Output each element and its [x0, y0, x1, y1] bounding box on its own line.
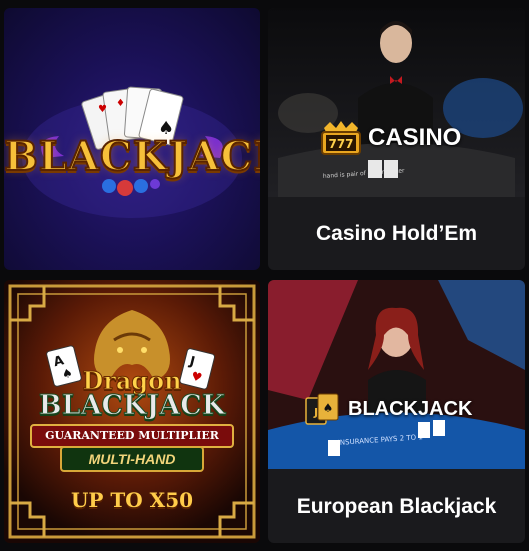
multi-hand-banner: MULTI-HAND: [60, 446, 204, 472]
live-dealer-image: hand is pair of 4's or better: [268, 8, 525, 197]
blackjack-badge: J ♠ BLACKJACK: [304, 392, 472, 426]
casino-badge: 777 CASINO: [320, 120, 461, 156]
blackjack-title: BLACKJACK: [38, 390, 226, 422]
game-tile-casino-holdem[interactable]: hand is pair of 4's or better 777 CASINO…: [268, 8, 525, 270]
game-tile-blackjack[interactable]: ♠ ♥ ♦ BLACKJACK: [4, 8, 260, 270]
svg-text:♠: ♠: [323, 401, 334, 415]
game-tile-dragon-blackjack[interactable]: A ♠ J ♥ Dragon BLACKJACK GUARANTEED MULT…: [4, 280, 260, 543]
game-title: Casino Hold’Em: [315, 221, 478, 245]
svg-text:♦: ♦: [116, 98, 125, 109]
live-dealer-image: INSURANCE PAYS 2 TO 1: [268, 280, 525, 469]
svg-text:777: 777: [328, 137, 353, 151]
blackjack-logo-text: BLACKJACK: [4, 132, 260, 181]
slot-777-icon: 777: [321, 121, 361, 155]
cards-j-icon: J ♠: [305, 393, 339, 425]
multiplier-text: UP TO X50: [70, 488, 194, 512]
guaranteed-multiplier-banner: GUARANTEED MULTIPLIER: [30, 424, 234, 448]
game-tile-european-blackjack[interactable]: INSURANCE PAYS 2 TO 1 J ♠ BLACKJACK Euro…: [268, 280, 525, 543]
svg-text:♥: ♥: [98, 104, 107, 115]
svg-text:J: J: [313, 406, 318, 419]
game-title: European Blackjack: [296, 494, 497, 518]
